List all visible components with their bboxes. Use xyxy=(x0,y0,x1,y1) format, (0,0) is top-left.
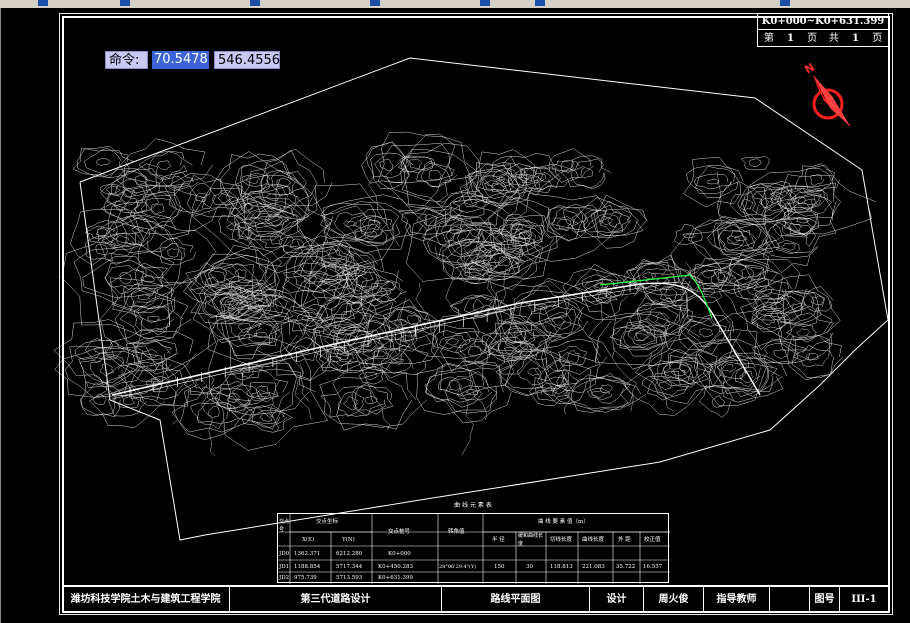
tb-designer: 周火俊 xyxy=(644,587,704,613)
row1-radius: 150 xyxy=(494,564,505,570)
curve-elements-table: 曲 线 元 素 表 交点号 交点坐标 交点桩号 转角值 曲 线 要 素 值（m）… xyxy=(277,500,670,585)
row1-e: 35.722 xyxy=(616,564,636,570)
tb-advisor-label: 指导教师 xyxy=(704,587,770,613)
col-j-header: 校正值 xyxy=(644,537,661,543)
total-prefix: 共 xyxy=(828,33,839,44)
sheet-unit: 页 xyxy=(807,33,818,44)
col-ls-header: 缓和曲线长度 xyxy=(518,533,544,547)
row1-y: 5717.344 xyxy=(336,564,363,570)
command-prompt-label: 命令: xyxy=(105,51,148,69)
title-block: 潍坊科技学院土木与建筑工程学院 第三代道路设计 路线平面图 设计 周火俊 指导教… xyxy=(62,585,890,613)
tb-design-label: 设计 xyxy=(590,587,644,613)
command-y-input[interactable]: 546.4556 xyxy=(214,51,280,69)
sheet-number: 1 xyxy=(787,33,794,44)
row1-angle: 28°06'29.4"(Y) xyxy=(439,564,477,570)
tb-course: 第三代道路设计 xyxy=(230,587,442,613)
row2-jd: JD2 xyxy=(279,575,290,581)
col-coord-header: 交点坐标 xyxy=(316,519,339,525)
row1-jd: JD1 xyxy=(279,564,290,570)
tb-figure-no: III-1 xyxy=(851,594,877,605)
sheet-prefix: 第 xyxy=(763,33,774,44)
col-x-header: X(E) xyxy=(302,537,315,543)
col-jd-header: 交点号 xyxy=(279,519,290,533)
row0-jd: JD0 xyxy=(279,551,290,557)
curve-table-title: 曲 线 元 素 表 xyxy=(454,502,492,509)
row1-t: 118.813 xyxy=(550,564,573,570)
row1-station: K0+450.283 xyxy=(378,564,413,570)
row0-x: 1362.371 xyxy=(294,551,321,557)
row1-j: 16.557 xyxy=(643,564,663,570)
col-t-header: 切线长度 xyxy=(550,537,573,543)
col-angle-header: 转角值 xyxy=(448,529,465,535)
sheet-index-box: K0+000~K0+631.399 第 1 页 共 1 页 xyxy=(757,13,889,47)
col-e-header: 外 距 xyxy=(618,537,631,543)
command-x-input[interactable]: 70.5478 xyxy=(152,51,209,69)
row0-station: K0+000 xyxy=(388,551,411,557)
row2-y: 5713.593 xyxy=(336,575,363,581)
tb-school: 潍坊科技学院土木与建筑工程学院 xyxy=(62,587,230,613)
tb-figure-label: 图号 xyxy=(810,587,840,613)
row1-x: 1188.854 xyxy=(294,564,321,570)
tb-drawing-name: 路线平面图 xyxy=(442,587,590,613)
col-radius-header: 半 径 xyxy=(492,537,505,543)
row2-x: 975.739 xyxy=(294,575,317,581)
row2-station: K0+631.399 xyxy=(378,575,413,581)
col-l-header: 曲线长度 xyxy=(582,537,605,543)
total-number: 1 xyxy=(852,33,859,44)
station-range: K0+000~K0+631.399 xyxy=(758,14,888,30)
col-y-header: Y(N) xyxy=(342,537,355,543)
tb-advisor xyxy=(770,587,810,613)
total-unit: 页 xyxy=(872,33,883,44)
row0-y: 6212.280 xyxy=(336,551,363,557)
col-elements-header: 曲 线 要 素 值（m） xyxy=(538,519,589,525)
col-station-header: 交点桩号 xyxy=(388,529,411,535)
row1-ls: 30 xyxy=(526,564,533,570)
curve-table-grid: 交点号 交点坐标 交点桩号 转角值 曲 线 要 素 值（m） X(E) Y(N)… xyxy=(277,513,670,584)
row1-l: 221.083 xyxy=(582,564,605,570)
